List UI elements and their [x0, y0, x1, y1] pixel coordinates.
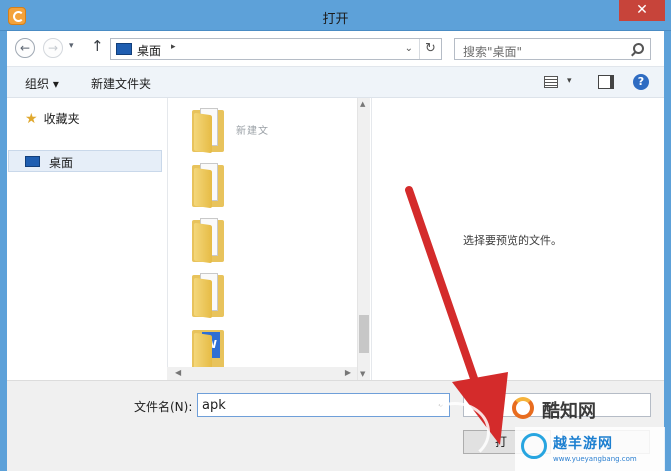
filename-value[interactable]: apk: [202, 398, 226, 413]
filename-field[interactable]: apk ⌄: [197, 393, 450, 417]
open-button-label: 打: [494, 435, 507, 449]
watermark-brand-top: 酷知网: [542, 401, 596, 422]
watermark-bottom: 越羊游网 www.yueyangbang.com: [515, 427, 665, 471]
vertical-scrollbar[interactable]: ▲ ▼: [357, 98, 370, 380]
scrollbar-thumb[interactable]: [359, 315, 369, 353]
address-box[interactable]: 桌面 ▸ ⌄ ↻: [110, 38, 442, 60]
file-name: 新建文: [236, 126, 269, 137]
watermark-swirl: [420, 402, 490, 462]
watermark-logo-icon: [512, 397, 534, 419]
navigation-pane: ★ 收藏夹 桌面: [7, 98, 162, 380]
watermark-top: 酷知网: [506, 395, 656, 425]
star-icon: ★: [25, 111, 38, 127]
preview-pane-toggle-icon[interactable]: [598, 75, 614, 89]
search-input[interactable]: 搜索"桌面": [454, 38, 651, 60]
refresh-button[interactable]: ↻: [419, 39, 441, 59]
folder-icon: [192, 106, 226, 154]
sidebar-item-label: 收藏夹: [43, 112, 80, 126]
new-folder-button[interactable]: 新建文件夹: [91, 75, 151, 92]
preview-pane: 选择要预览的文件。: [371, 98, 664, 380]
close-button[interactable]: ✕: [619, 0, 665, 21]
help-icon[interactable]: ?: [633, 74, 649, 90]
back-button[interactable]: ←: [15, 38, 35, 58]
sidebar-item-label: 桌面: [49, 156, 74, 170]
folder-icon: [192, 271, 226, 319]
watermark-logo-icon: [521, 433, 547, 459]
up-button[interactable]: ↑: [91, 37, 104, 55]
search-icon[interactable]: [633, 43, 644, 54]
word-document-folder-icon: W: [192, 326, 226, 374]
sidebar-item-desktop[interactable]: 桌面: [8, 150, 162, 172]
watermark-brand-bottom: 越羊游网: [553, 436, 613, 452]
scroll-up-icon[interactable]: ▲: [360, 100, 365, 108]
list-item[interactable]: [186, 216, 346, 266]
list-item[interactable]: [186, 271, 346, 321]
filename-label: 文件名(N):: [134, 400, 193, 414]
list-item[interactable]: 新建文: [186, 106, 346, 156]
address-dropdown-icon[interactable]: ⌄: [405, 43, 413, 54]
scroll-down-icon[interactable]: ▼: [360, 370, 365, 378]
view-options-icon[interactable]: [544, 76, 558, 88]
list-item[interactable]: [186, 161, 346, 211]
view-dropdown-icon[interactable]: ▾: [567, 76, 572, 86]
command-toolbar: 组织 ▾ 新建文件夹 ▾ ?: [7, 66, 664, 98]
scroll-right-icon[interactable]: ▶: [345, 368, 351, 377]
folder-icon: [192, 216, 226, 264]
address-bar-row: ← → ▾ ↑ 桌面 ▸ ⌄ ↻ 搜索"桌面": [7, 31, 664, 64]
folder-icon: [192, 161, 226, 209]
desktop-icon: [116, 43, 132, 55]
search-placeholder: 搜索"桌面": [463, 45, 523, 59]
window-title: 打开: [322, 12, 349, 27]
chevron-right-icon[interactable]: ▸: [171, 42, 176, 52]
file-list: 新建文 W: [167, 98, 365, 380]
address-location[interactable]: 桌面: [137, 42, 161, 59]
preview-message: 选择要预览的文件。: [463, 234, 562, 247]
desktop-icon: [25, 156, 40, 167]
horizontal-scrollbar[interactable]: ◀ ▶: [167, 367, 357, 380]
scroll-left-icon[interactable]: ◀: [175, 368, 181, 377]
title-bar: 打开 ✕: [0, 0, 671, 31]
watermark-url: www.yueyangbang.com: [553, 455, 637, 463]
recent-locations-dropdown[interactable]: ▾: [69, 41, 74, 51]
sidebar-item-favorites[interactable]: ★ 收藏夹: [25, 110, 80, 127]
organize-menu[interactable]: 组织 ▾: [25, 75, 59, 92]
forward-button[interactable]: →: [43, 38, 63, 58]
